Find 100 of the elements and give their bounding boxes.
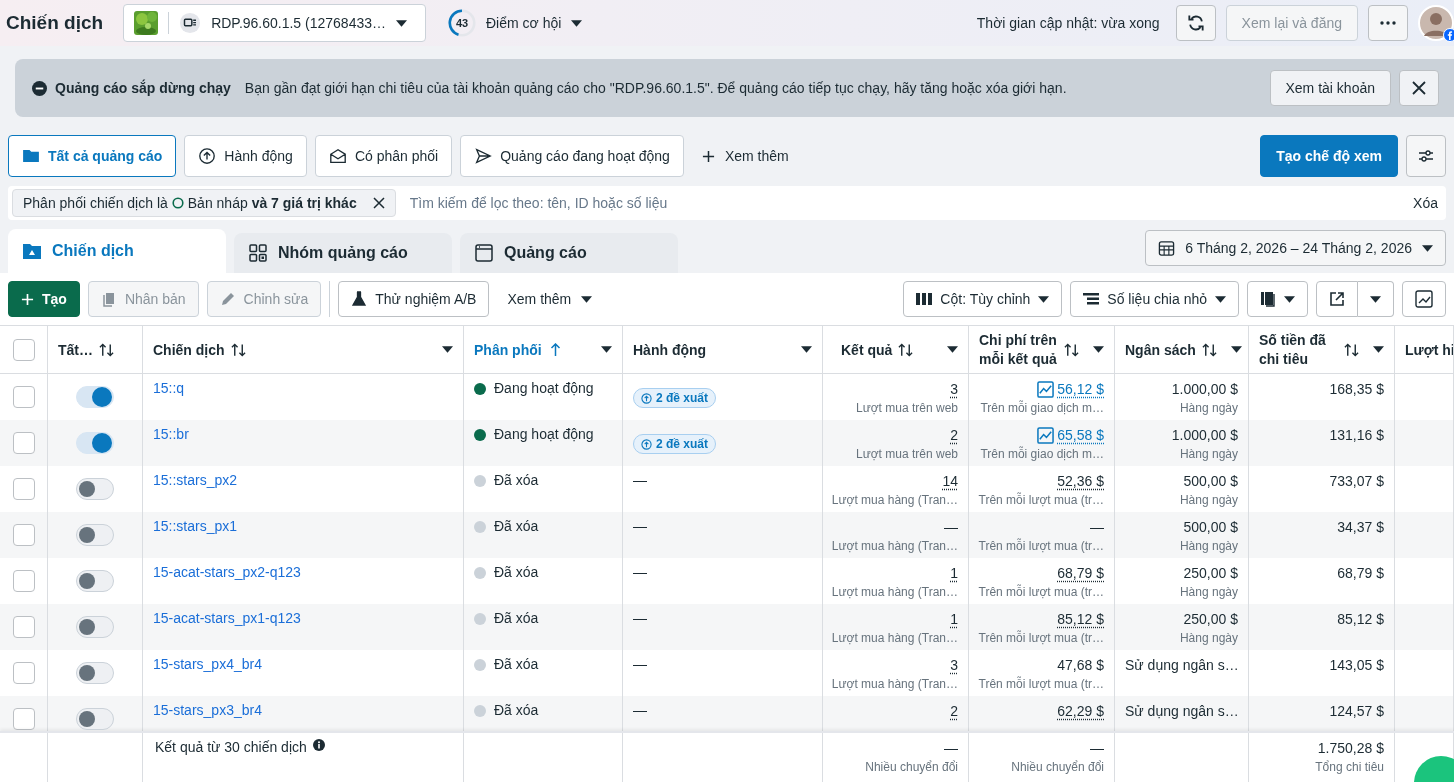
delivery-status: Đã xóa bbox=[494, 518, 539, 534]
caret-icon[interactable] bbox=[1373, 346, 1384, 353]
chart-button[interactable] bbox=[1402, 281, 1446, 317]
suggestions-badge[interactable]: 2 đề xuất bbox=[633, 388, 717, 408]
ab-test-button[interactable]: Thử nghiệm A/B bbox=[338, 281, 490, 317]
row-checkbox[interactable] bbox=[12, 570, 35, 592]
sort-icon[interactable] bbox=[230, 342, 246, 357]
caret-icon[interactable] bbox=[1093, 346, 1104, 353]
campaign-link[interactable]: 15::br bbox=[153, 426, 453, 442]
more-button[interactable] bbox=[1368, 5, 1408, 41]
settings-button[interactable] bbox=[1406, 135, 1446, 177]
row-checkbox[interactable] bbox=[12, 524, 35, 546]
close-button[interactable] bbox=[1399, 70, 1439, 106]
sort-icon[interactable] bbox=[99, 342, 114, 357]
column-header[interactable]: Chiến dịch bbox=[143, 326, 464, 373]
create-view-button[interactable]: Tạo chế độ xem bbox=[1260, 135, 1398, 177]
empty-value: — bbox=[633, 656, 648, 672]
more-dropdown[interactable]: Xem thêm bbox=[507, 291, 593, 307]
cost-type: Trên mỗi lượt mua (tr… bbox=[978, 539, 1104, 553]
column-header[interactable]: Tất… bbox=[48, 326, 143, 373]
search-field[interactable]: Tìm kiếm để lọc theo: tên, ID hoặc số liệu bbox=[405, 190, 1404, 216]
view-account-button[interactable]: Xem tài khoản bbox=[1269, 70, 1391, 106]
toggle-switch[interactable] bbox=[76, 478, 114, 500]
sort-icon[interactable] bbox=[1344, 342, 1359, 357]
row-checkbox[interactable] bbox=[12, 386, 35, 408]
clear-link[interactable]: Xóa bbox=[1413, 195, 1438, 211]
columns-icon bbox=[916, 292, 933, 306]
level-tab[interactable]: Nhóm quảng cáo bbox=[234, 233, 452, 273]
toggle-switch[interactable] bbox=[76, 662, 114, 684]
toggle-switch[interactable] bbox=[76, 432, 114, 454]
arrow-up-circle-icon bbox=[641, 438, 652, 450]
caret-icon[interactable] bbox=[801, 346, 812, 353]
spent-total-label: Tổng chi tiêu bbox=[1315, 760, 1384, 774]
row-checkbox[interactable] bbox=[12, 708, 35, 730]
date-range-picker[interactable]: 6 Tháng 2, 2026 – 24 Tháng 2, 2026 bbox=[1145, 230, 1446, 266]
select-all-checkbox[interactable] bbox=[12, 338, 35, 361]
campaign-link[interactable]: 15::stars_px2 bbox=[153, 472, 453, 488]
opportunity-score-dropdown[interactable]: Điểm cơ hội bbox=[486, 15, 583, 31]
trend-chart-icon[interactable] bbox=[1037, 427, 1055, 444]
toggle-switch[interactable] bbox=[76, 570, 114, 592]
quick-filter[interactable]: Tất cả quảng cáo bbox=[8, 135, 177, 177]
campaign-link[interactable]: 15::q bbox=[153, 380, 453, 396]
quick-filter[interactable]: Có phân phối bbox=[314, 135, 453, 177]
column-header[interactable]: Số tiền đã chi tiêu bbox=[1249, 326, 1395, 373]
more-filters-button[interactable]: Xem thêm bbox=[701, 148, 789, 164]
column-header[interactable]: Lượt hi bbox=[1395, 326, 1454, 373]
filter-chip[interactable]: Phân phối chiến dịch là Bản nháp và 7 giá trị khác bbox=[12, 189, 396, 217]
campaign-link[interactable]: 15-stars_px3_br4 bbox=[153, 702, 453, 718]
suggestions-badge[interactable]: 2 đề xuất bbox=[633, 434, 717, 454]
level-tab[interactable]: Chiến dịch bbox=[8, 229, 226, 273]
columns-dropdown[interactable]: Cột: Tùy chỉnh bbox=[903, 281, 1063, 317]
quick-filter[interactable]: Hành động bbox=[184, 135, 307, 177]
cost-type: Trên mỗi lượt mua (tr… bbox=[978, 493, 1104, 507]
column-header[interactable]: Phân phối bbox=[464, 326, 623, 373]
export-button[interactable] bbox=[1316, 281, 1358, 317]
row-checkbox[interactable] bbox=[12, 478, 35, 500]
column-header[interactable]: Ngân sách bbox=[1115, 326, 1249, 373]
caret-icon[interactable] bbox=[601, 346, 612, 353]
column-label: Chiến dịch bbox=[153, 341, 225, 358]
toggle-switch[interactable] bbox=[76, 524, 114, 546]
sort-icon[interactable] bbox=[1064, 342, 1079, 357]
filter-bar[interactable]: Phân phối chiến dịch là Bản nháp và 7 giá trị khác Tìm kiếm để lọc theo: tên, ID hoặc số liệu Xóa bbox=[8, 186, 1446, 220]
page-title: Chiến dịch bbox=[6, 12, 104, 34]
level-tab[interactable]: Quảng cáo bbox=[460, 233, 678, 273]
close-icon[interactable] bbox=[372, 197, 385, 209]
row-checkbox[interactable] bbox=[12, 616, 35, 638]
info-icon[interactable] bbox=[312, 739, 325, 751]
trend-chart-icon[interactable] bbox=[1037, 381, 1055, 398]
campaign-link[interactable]: 15-acat-stars_px1-q123 bbox=[153, 610, 453, 626]
caret-icon[interactable] bbox=[442, 346, 453, 353]
column-header[interactable]: Chi phí trên mỗi kết quả bbox=[969, 326, 1115, 373]
campaign-link[interactable]: 15-acat-stars_px2-q123 bbox=[153, 564, 453, 580]
row-checkbox[interactable] bbox=[12, 432, 35, 454]
reports-dropdown[interactable] bbox=[1247, 281, 1308, 317]
folder-icon bbox=[22, 147, 40, 165]
account-selector[interactable]: RDP.96.60.1.5 (12768433… bbox=[123, 4, 426, 42]
spent-value: 168,35 $ bbox=[1329, 380, 1384, 399]
export-dropdown[interactable] bbox=[1358, 281, 1394, 317]
campaign-link[interactable]: 15::stars_px1 bbox=[153, 518, 453, 534]
column-header[interactable]: Kết quả bbox=[823, 326, 969, 373]
toggle-switch[interactable] bbox=[76, 616, 114, 638]
sort-icon[interactable] bbox=[898, 342, 914, 357]
breakdown-dropdown[interactable]: Số liệu chia nhỏ bbox=[1070, 281, 1239, 317]
quick-filter[interactable]: Quảng cáo đang hoạt động bbox=[460, 135, 684, 177]
budget-value: 1.000,00 $ bbox=[1171, 426, 1238, 445]
campaign-link[interactable]: 15-stars_px4_br4 bbox=[153, 656, 453, 672]
caret-icon bbox=[396, 19, 407, 27]
caret-icon[interactable] bbox=[1230, 346, 1242, 353]
delivery-status: Đã xóa bbox=[494, 610, 539, 626]
cost-total-label: Nhiều chuyển đổi bbox=[1011, 760, 1104, 774]
column-label: Chi phí trên mỗi kết quả bbox=[979, 330, 1058, 369]
row-checkbox[interactable] bbox=[12, 662, 35, 684]
refresh-button[interactable] bbox=[1175, 5, 1216, 41]
column-header[interactable]: Hành động bbox=[623, 326, 823, 373]
toggle-switch[interactable] bbox=[76, 386, 114, 408]
cost-type: Trên mỗi giao dịch m… bbox=[980, 447, 1104, 461]
caret-icon[interactable] bbox=[947, 346, 958, 353]
sort-icon[interactable] bbox=[1201, 342, 1217, 357]
toggle-switch[interactable] bbox=[76, 708, 114, 730]
create-button[interactable]: Tạo bbox=[8, 281, 80, 317]
